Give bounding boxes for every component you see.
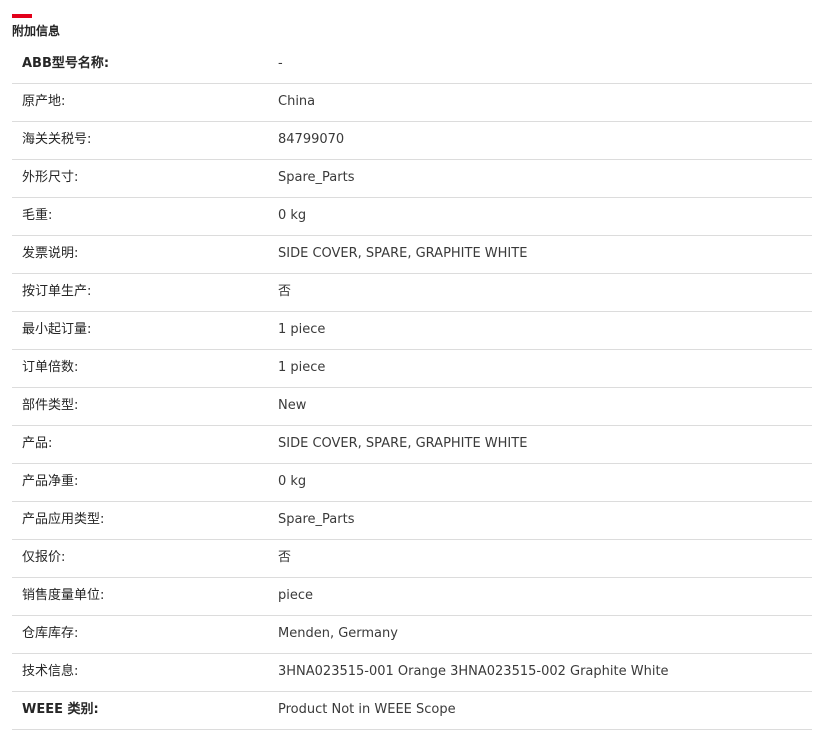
row-label: 海关关税号:: [22, 132, 92, 147]
row-label: 销售度量单位:: [22, 588, 105, 603]
attributes-table: ABB型号名称: - 原产地: China 海关关税号: 84799070 外形…: [12, 46, 812, 730]
table-row: 产品应用类型: Spare_Parts: [12, 502, 812, 540]
section-accent-bar: [12, 14, 32, 18]
row-label: 仅报价:: [22, 550, 66, 565]
table-row: ABB型号名称: -: [12, 46, 812, 84]
table-row: 仓库库存: Menden, Germany: [12, 616, 812, 654]
section-title: 附加信息: [12, 24, 61, 38]
row-label: ABB型号名称:: [22, 56, 110, 71]
table-row: 技术信息: 3HNA023515-001 Orange 3HNA023515-0…: [12, 654, 812, 692]
row-value: SIDE COVER, SPARE, GRAPHITE WHITE: [278, 246, 528, 261]
table-row: WEEE 类别: Product Not in WEEE Scope: [12, 692, 812, 730]
table-row: 仅报价: 否: [12, 540, 812, 578]
row-value: Spare_Parts: [278, 512, 355, 527]
table-row: 最小起订量: 1 piece: [12, 312, 812, 350]
row-value: Menden, Germany: [278, 626, 398, 641]
row-value: piece: [278, 588, 314, 603]
row-value: 1 piece: [278, 322, 326, 337]
table-row: 海关关税号: 84799070: [12, 122, 812, 160]
table-row: 销售度量单位: piece: [12, 578, 812, 616]
row-label: 外形尺寸:: [22, 170, 79, 185]
row-value: China: [278, 94, 316, 109]
row-value: 否: [278, 284, 292, 299]
table-row: 毛重: 0 kg: [12, 198, 812, 236]
row-label: 原产地:: [22, 94, 66, 109]
table-row: 订单倍数: 1 piece: [12, 350, 812, 388]
table-row: 产品净重: 0 kg: [12, 464, 812, 502]
row-value: SIDE COVER, SPARE, GRAPHITE WHITE: [278, 436, 528, 451]
row-value: New: [278, 398, 307, 413]
row-label: 最小起订量:: [22, 322, 92, 337]
row-value: 3HNA023515-001 Orange 3HNA023515-002 Gra…: [278, 664, 669, 679]
row-label: WEEE 类别:: [22, 702, 99, 717]
row-value: 否: [278, 550, 292, 565]
row-value: 84799070: [278, 132, 345, 147]
row-label: 产品应用类型:: [22, 512, 105, 527]
row-label: 仓库库存:: [22, 626, 79, 641]
row-label: 部件类型:: [22, 398, 79, 413]
row-label: 产品:: [22, 436, 53, 451]
row-label: 毛重:: [22, 208, 53, 223]
row-label: 产品净重:: [22, 474, 79, 489]
row-label: 发票说明:: [22, 246, 79, 261]
table-row: 原产地: China: [12, 84, 812, 122]
row-value: -: [278, 56, 283, 71]
table-row: 产品: SIDE COVER, SPARE, GRAPHITE WHITE: [12, 426, 812, 464]
row-value: Spare_Parts: [278, 170, 355, 185]
row-value: 1 piece: [278, 360, 326, 375]
table-row: 发票说明: SIDE COVER, SPARE, GRAPHITE WHITE: [12, 236, 812, 274]
row-label: 订单倍数:: [22, 360, 79, 375]
table-row: 部件类型: New: [12, 388, 812, 426]
row-label: 按订单生产:: [22, 284, 92, 299]
table-row: 按订单生产: 否: [12, 274, 812, 312]
row-value: Product Not in WEEE Scope: [278, 702, 456, 717]
row-label: 技术信息:: [22, 664, 79, 679]
row-value: 0 kg: [278, 208, 307, 223]
table-row: 外形尺寸: Spare_Parts: [12, 160, 812, 198]
row-value: 0 kg: [278, 474, 307, 489]
